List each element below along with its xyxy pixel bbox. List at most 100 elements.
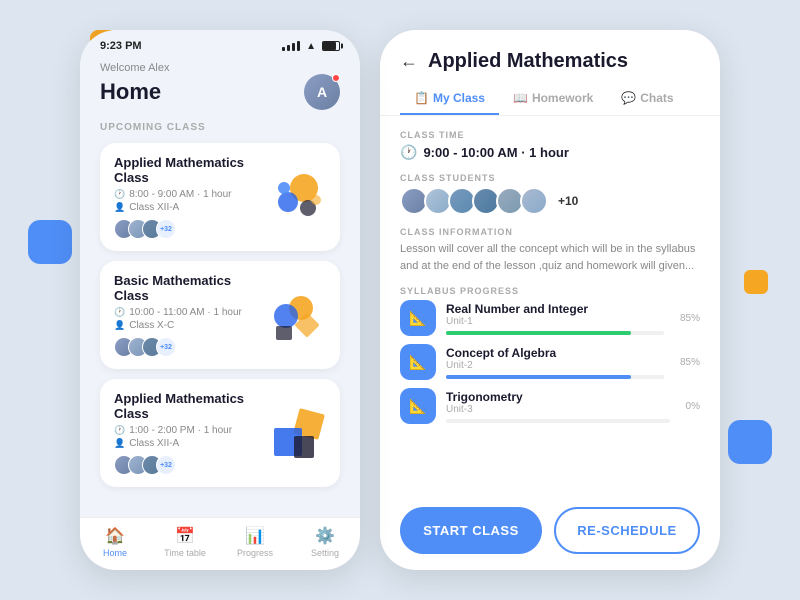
user-avatar-container[interactable]: A bbox=[304, 74, 340, 110]
class-time-value: 9:00 - 10:00 AM · 1 hour bbox=[423, 145, 568, 160]
syllabus-unit-1: Unit-1 bbox=[446, 316, 664, 327]
nav-setting-label: Setting bbox=[311, 548, 339, 558]
left-phone: 9:23 PM ▲ Welcome Alex Home A bbox=[80, 30, 360, 570]
progress-icon: 📊 bbox=[245, 526, 265, 546]
group-icon-1: 👤 bbox=[114, 202, 125, 213]
nav-timetable-label: Time table bbox=[164, 548, 206, 558]
syllabus-text-3: Trigonometry Unit-3 bbox=[446, 390, 670, 423]
nav-timetable[interactable]: 📅 Time table bbox=[150, 526, 220, 558]
nav-progress[interactable]: 📊 Progress bbox=[220, 526, 290, 558]
class-avatars-3: +32 bbox=[114, 455, 258, 475]
home-icon: 🏠 bbox=[105, 526, 125, 546]
class-info-1: Applied Mathematics Class 🕐 8:00 - 9:00 … bbox=[114, 155, 258, 239]
class-students-label: CLASS STUDENTS bbox=[400, 173, 700, 183]
class-info-3: Applied Mathematics Class 🕐 1:00 - 2:00 … bbox=[114, 391, 258, 475]
syllabus-list: 📐 Real Number and Integer Unit-1 85% 📐 bbox=[400, 300, 700, 424]
syllabus-name-2: Concept of Algebra bbox=[446, 346, 664, 360]
class-name-2: Basic Mathematics Class bbox=[114, 273, 258, 303]
syllabus-unit-2: Unit-2 bbox=[446, 360, 664, 371]
group-icon-3: 👤 bbox=[114, 438, 125, 449]
welcome-text: Welcome Alex bbox=[100, 62, 340, 74]
nav-progress-label: Progress bbox=[237, 548, 273, 558]
class-time-label: CLASS TIME bbox=[400, 130, 700, 140]
group-icon-2: 👤 bbox=[114, 320, 125, 331]
syllabus-item-3: 📐 Trigonometry Unit-3 0% bbox=[400, 388, 700, 424]
progress-fill-1 bbox=[446, 331, 631, 335]
progress-pct-3: 0% bbox=[686, 401, 700, 412]
chats-icon: 💬 bbox=[621, 91, 636, 105]
section-title: UPCOMING CLASS bbox=[100, 122, 340, 133]
decorative-blob-orange-right bbox=[744, 270, 768, 294]
class-avatars-2: +32 bbox=[114, 337, 258, 357]
reschedule-button[interactable]: RE-SCHEDULE bbox=[554, 507, 700, 554]
panel-footer: START CLASS RE-SCHEDULE bbox=[380, 495, 720, 570]
syllabus-progress-label: SYLLABUS PROGRESS bbox=[400, 286, 700, 296]
timetable-icon: 📅 bbox=[175, 526, 195, 546]
phone-header: Welcome Alex Home A bbox=[80, 56, 360, 122]
tab-homework[interactable]: 📖 Homework bbox=[499, 83, 607, 115]
tab-chats-label: Chats bbox=[640, 91, 673, 105]
syllabus-unit-3: Unit-3 bbox=[446, 404, 670, 415]
syllabus-item-1: 📐 Real Number and Integer Unit-1 85% bbox=[400, 300, 700, 336]
class-name-3: Applied Mathematics Class bbox=[114, 391, 258, 421]
student-6-avatar bbox=[520, 187, 548, 215]
syllabus-item-2: 📐 Concept of Algebra Unit-2 85% bbox=[400, 344, 700, 380]
class-time-section: CLASS TIME 🕐 9:00 - 10:00 AM · 1 hour bbox=[400, 130, 700, 161]
setting-icon: ⚙️ bbox=[315, 526, 335, 546]
progress-bg-1 bbox=[446, 331, 664, 335]
panel-content: CLASS TIME 🕐 9:00 - 10:00 AM · 1 hour CL… bbox=[380, 116, 720, 495]
wifi-icon: ▲ bbox=[306, 41, 316, 52]
class-time-2: 🕐 10:00 - 11:00 AM · 1 hour bbox=[114, 307, 258, 318]
progress-pct-1: 85% bbox=[680, 313, 700, 324]
tab-my-class-label: My Class bbox=[433, 91, 485, 105]
student-count-1: +32 bbox=[156, 219, 176, 239]
clock-icon-3: 🕐 bbox=[114, 425, 125, 436]
tabs-row: 📋 My Class 📖 Homework 💬 Chats bbox=[380, 83, 720, 116]
nav-setting[interactable]: ⚙️ Setting bbox=[290, 526, 360, 558]
status-icons: ▲ bbox=[282, 41, 340, 52]
syllabus-text-2: Concept of Algebra Unit-2 bbox=[446, 346, 664, 379]
class-card-3[interactable]: Applied Mathematics Class 🕐 1:00 - 2:00 … bbox=[100, 379, 340, 487]
tab-homework-label: Homework bbox=[532, 91, 593, 105]
progress-fill-2 bbox=[446, 375, 631, 379]
battery-icon bbox=[322, 41, 340, 51]
decorative-blob-blue-right bbox=[728, 420, 772, 464]
tab-my-class[interactable]: 📋 My Class bbox=[400, 83, 499, 115]
nav-home[interactable]: 🏠 Home bbox=[80, 526, 150, 558]
class-group-3: 👤 Class XII-A bbox=[114, 438, 258, 449]
student-count-3: +32 bbox=[156, 455, 176, 475]
progress-bg-2 bbox=[446, 375, 664, 379]
student-count-2: +32 bbox=[156, 337, 176, 357]
class-students-section: CLASS STUDENTS +10 bbox=[400, 173, 700, 215]
tab-chats[interactable]: 💬 Chats bbox=[607, 83, 687, 115]
panel-title: Applied Mathematics bbox=[428, 50, 628, 73]
syllabus-name-1: Real Number and Integer bbox=[446, 302, 664, 316]
class-information-section: CLASS INFORMATION Lesson will cover all … bbox=[400, 227, 700, 274]
progress-bg-3 bbox=[446, 419, 670, 423]
home-title-row: Home A bbox=[100, 74, 340, 110]
class-illustration-3 bbox=[266, 406, 326, 461]
status-bar: 9:23 PM ▲ bbox=[80, 30, 360, 56]
class-time-row: 🕐 9:00 - 10:00 AM · 1 hour bbox=[400, 144, 700, 161]
progress-pct-2: 85% bbox=[680, 357, 700, 368]
syllabus-progress-section: SYLLABUS PROGRESS 📐 Real Number and Inte… bbox=[400, 286, 700, 424]
decorative-blob-blue-left bbox=[28, 220, 72, 264]
class-information-label: CLASS INFORMATION bbox=[400, 227, 700, 237]
bottom-nav: 🏠 Home 📅 Time table 📊 Progress ⚙️ Settin… bbox=[80, 517, 360, 570]
syllabus-icon-3: 📐 bbox=[400, 388, 436, 424]
back-button[interactable]: ← bbox=[400, 51, 418, 72]
my-class-icon: 📋 bbox=[414, 91, 429, 105]
syllabus-icon-2: 📐 bbox=[400, 344, 436, 380]
status-time: 9:23 PM bbox=[100, 40, 142, 52]
syllabus-text-1: Real Number and Integer Unit-1 bbox=[446, 302, 664, 335]
class-card-1[interactable]: Applied Mathematics Class 🕐 8:00 - 9:00 … bbox=[100, 143, 340, 251]
students-more-count: +10 bbox=[558, 194, 578, 208]
class-info-2: Basic Mathematics Class 🕐 10:00 - 11:00 … bbox=[114, 273, 258, 357]
right-panel: ← Applied Mathematics 📋 My Class 📖 Homew… bbox=[380, 30, 720, 570]
start-class-button[interactable]: START CLASS bbox=[400, 507, 542, 554]
class-illustration-1 bbox=[266, 170, 326, 225]
home-title: Home bbox=[100, 79, 161, 105]
syllabus-icon-1: 📐 bbox=[400, 300, 436, 336]
class-card-2[interactable]: Basic Mathematics Class 🕐 10:00 - 11:00 … bbox=[100, 261, 340, 369]
class-information-text: Lesson will cover all the concept which … bbox=[400, 241, 700, 274]
